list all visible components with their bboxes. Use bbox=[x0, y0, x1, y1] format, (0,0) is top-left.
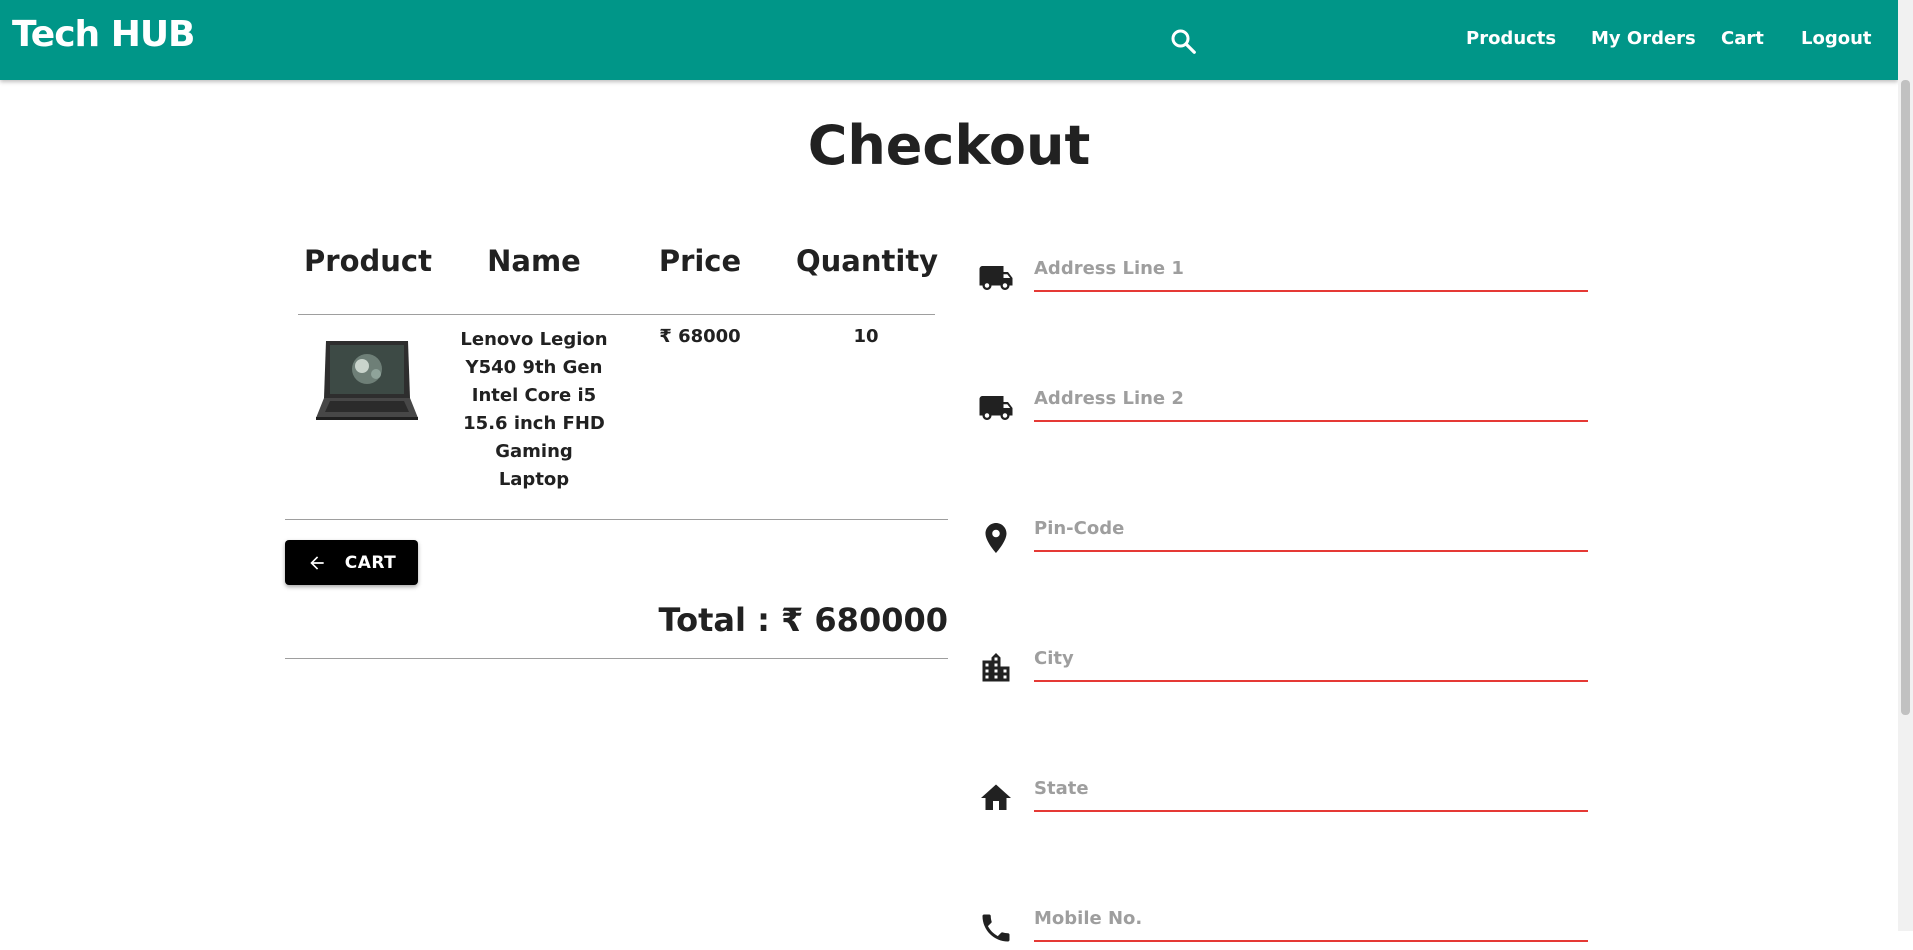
pin-code-group bbox=[978, 500, 1588, 560]
order-total: Total : ₹ 680000 bbox=[658, 601, 949, 639]
state-input[interactable] bbox=[1034, 772, 1588, 812]
address-line-2-input[interactable] bbox=[1034, 382, 1588, 422]
location-pin-icon bbox=[985, 523, 1007, 553]
phone-icon bbox=[982, 914, 1010, 942]
mobile-input[interactable] bbox=[1034, 902, 1588, 942]
address-line-1-input[interactable] bbox=[1034, 252, 1588, 292]
truck-icon bbox=[979, 396, 1013, 420]
truck-icon bbox=[979, 266, 1013, 290]
product-name: Lenovo Legion Y540 9th Gen Intel Core i5… bbox=[460, 329, 608, 490]
brand-logo[interactable]: Tech HUB bbox=[12, 14, 195, 55]
arrow-left-icon bbox=[310, 555, 324, 570]
mobile-group bbox=[978, 890, 1588, 950]
city-input[interactable] bbox=[1034, 642, 1588, 682]
state-group bbox=[978, 760, 1588, 820]
nav-products[interactable]: Products bbox=[1466, 28, 1556, 49]
total-divider bbox=[285, 658, 948, 659]
address-line-1-group bbox=[978, 240, 1588, 300]
page-scrollbar[interactable] bbox=[1898, 0, 1913, 931]
column-header-product: Product bbox=[304, 244, 432, 278]
table-bottom-divider bbox=[285, 519, 948, 520]
city-icon bbox=[982, 653, 1010, 682]
table-divider bbox=[298, 314, 935, 315]
laptop-image bbox=[316, 341, 418, 420]
nav-cart[interactable]: Cart bbox=[1721, 28, 1764, 49]
scrollbar-thumb[interactable] bbox=[1901, 80, 1910, 715]
nav-logout[interactable]: Logout bbox=[1801, 28, 1872, 49]
product-price: ₹ 68000 bbox=[659, 326, 741, 347]
city-group bbox=[978, 630, 1588, 690]
pin-code-input[interactable] bbox=[1034, 512, 1588, 552]
nav-my-orders[interactable]: My Orders bbox=[1591, 28, 1696, 49]
column-header-price: Price bbox=[658, 244, 742, 278]
app-bar: Tech HUB Products My Orders Cart Logout bbox=[0, 0, 1898, 80]
search-icon[interactable] bbox=[1168, 26, 1198, 56]
address-line-2-group bbox=[978, 370, 1588, 430]
back-to-cart-button[interactable]: CART bbox=[285, 540, 418, 585]
product-quantity: 10 bbox=[853, 326, 879, 347]
home-icon bbox=[981, 784, 1011, 810]
cart-button-label: CART bbox=[344, 552, 397, 573]
page-title: Checkout bbox=[807, 114, 1091, 177]
column-header-name: Name bbox=[487, 244, 581, 278]
column-header-quantity: Quantity bbox=[796, 244, 939, 278]
